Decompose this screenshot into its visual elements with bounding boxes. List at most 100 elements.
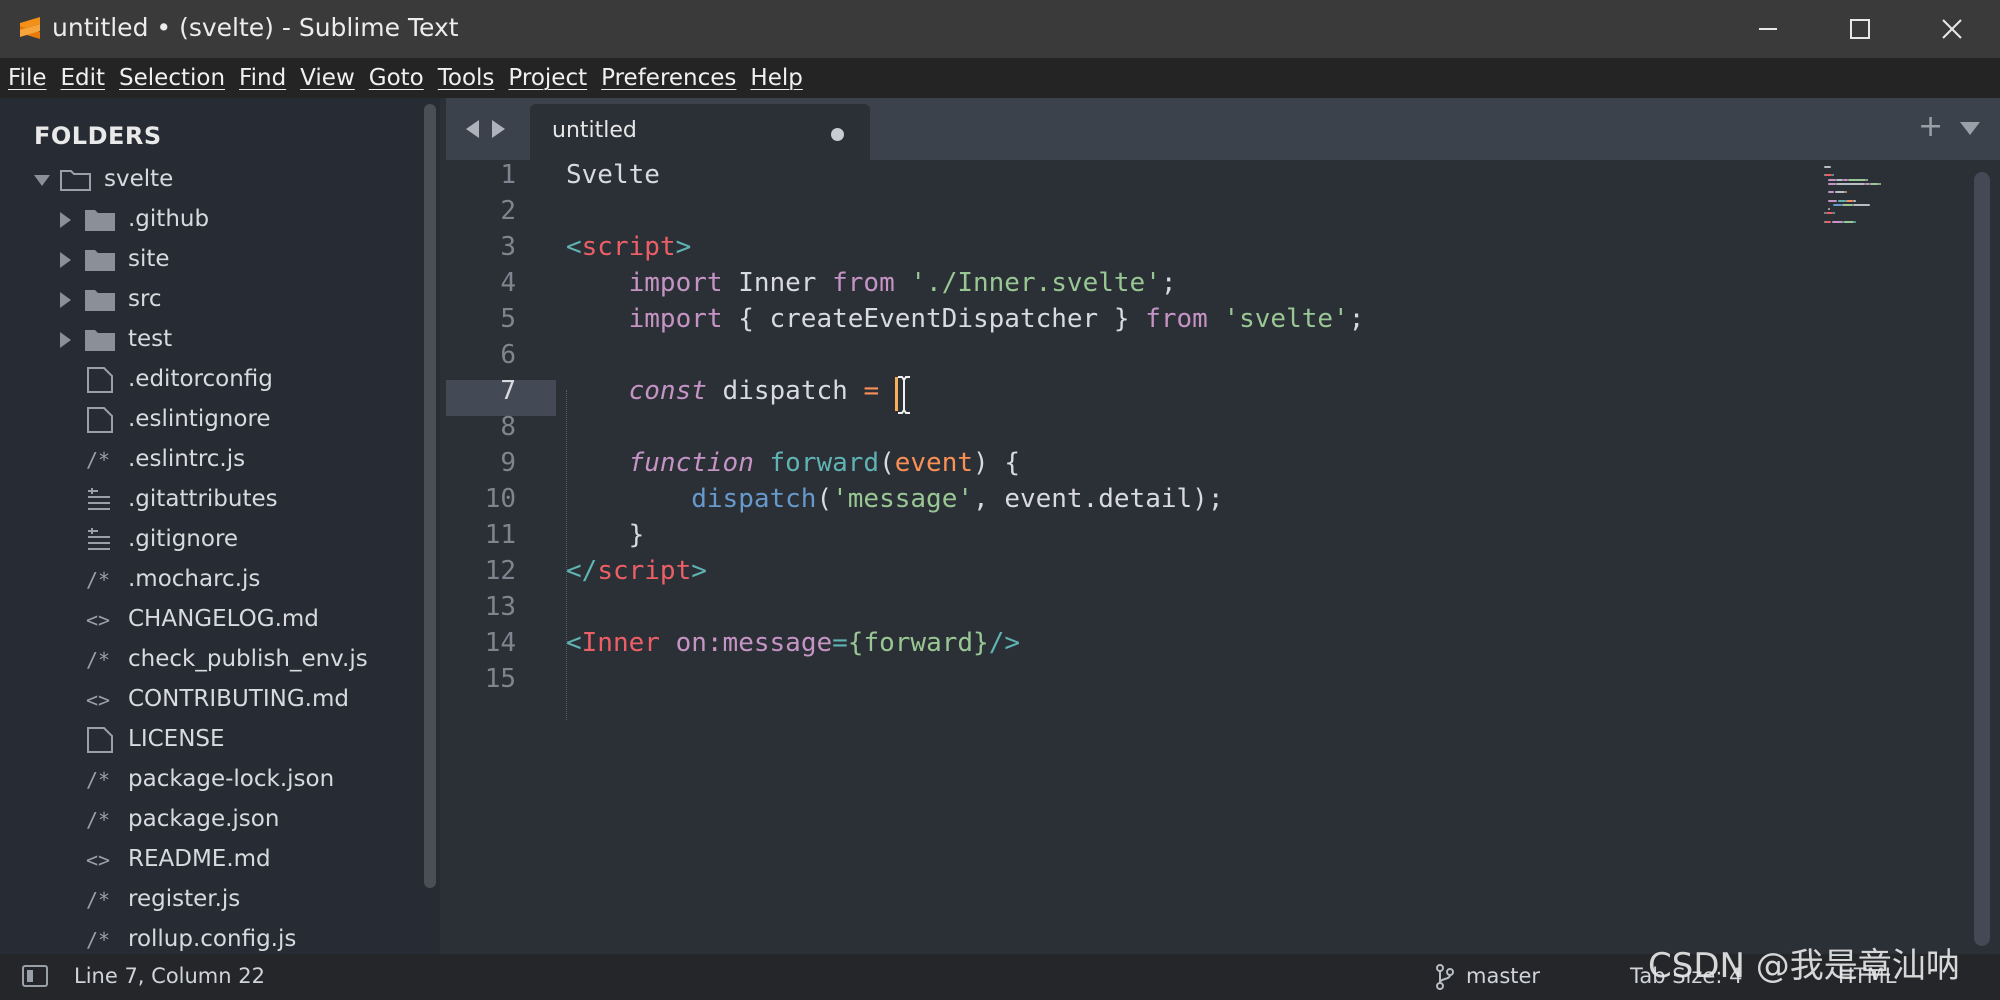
line-number: 9 — [500, 448, 516, 478]
code-token: = — [832, 628, 848, 658]
sidebar-toggle-icon[interactable] — [22, 965, 48, 987]
editor-area[interactable]: 1 2 3 4 5 6 7 8 9 10 11 12 13 14 15 Svelte <script> imp… — [446, 160, 2000, 954]
tree-file[interactable]: <> README.md — [0, 840, 420, 880]
folder-icon — [85, 290, 115, 311]
minimap-line — [1853, 220, 1856, 223]
tree-item-label: .github — [128, 206, 210, 232]
tree-file[interactable]: /* package-lock.json — [0, 760, 420, 800]
maximize-button[interactable] — [1814, 0, 1906, 58]
sublime-logo-icon — [20, 17, 40, 39]
minimap-line — [1828, 208, 1831, 210]
tab-list-dropdown-icon[interactable] — [1960, 122, 1980, 135]
tree-item-label: site — [128, 246, 170, 272]
tab-nav-right-icon[interactable] — [492, 120, 505, 138]
line-number: 13 — [484, 592, 516, 622]
tree-file[interactable]: /* rollup.config.js — [0, 920, 420, 954]
tree-file[interactable]: .gitignore — [0, 520, 420, 560]
git-branch-label[interactable]: master — [1466, 964, 1540, 988]
menu-help[interactable]: Help — [750, 65, 802, 91]
code-token: 'message' — [832, 484, 974, 514]
tree-file[interactable]: /* .eslintrc.js — [0, 440, 420, 480]
code-token: Inner — [581, 628, 660, 658]
menu-view[interactable]: View — [300, 65, 355, 91]
line-number-gutter: 1 2 3 4 5 6 7 8 9 10 11 12 13 14 15 — [446, 160, 556, 954]
menu-project[interactable]: Project — [508, 65, 587, 91]
editor-scrollbar[interactable] — [1974, 172, 1990, 946]
code-token: ) { — [973, 448, 1020, 478]
folder-tree: svelte .github site src test .editorconfig .e… — [0, 160, 420, 954]
code-line[interactable]: <script> — [566, 232, 691, 268]
markup-file-icon: <> — [86, 688, 111, 712]
menu-selection[interactable]: Selection — [119, 65, 225, 91]
unsaved-dot-icon[interactable] — [831, 128, 844, 141]
menu-tools[interactable]: Tools — [438, 65, 495, 91]
chevron-right-icon[interactable] — [60, 292, 71, 308]
git-branch-icon — [1436, 964, 1454, 990]
chevron-right-icon[interactable] — [60, 332, 71, 348]
minimize-icon — [1759, 28, 1777, 30]
minimize-button[interactable] — [1722, 0, 1814, 58]
tab-nav-left-icon[interactable] — [466, 120, 479, 138]
menu-find[interactable]: Find — [239, 65, 286, 91]
tree-file[interactable]: /* check_publish_env.js — [0, 640, 420, 680]
minimap-line — [1848, 178, 1866, 181]
minimap-line — [1824, 166, 1831, 168]
folder-icon — [85, 250, 115, 271]
tab-bar: untitled + — [446, 98, 2000, 160]
sidebar-scrollbar[interactable] — [424, 104, 436, 888]
tree-file[interactable]: /* package.json — [0, 800, 420, 840]
minimap-line — [1879, 182, 1881, 185]
tree-file[interactable]: <> CHANGELOG.md — [0, 600, 420, 640]
tree-root-svelte[interactable]: svelte — [0, 160, 420, 200]
line-number: 6 — [500, 340, 516, 370]
code-line[interactable]: <Inner on:message={forward}/> — [566, 628, 1020, 664]
tree-folder[interactable]: .github — [0, 200, 420, 240]
code-line[interactable]: function forward(event) { — [566, 448, 1020, 484]
menu-edit[interactable]: Edit — [61, 65, 106, 91]
tree-file[interactable]: .editorconfig — [0, 360, 420, 400]
code-token: {forward} — [847, 628, 989, 658]
menu-file[interactable]: File — [8, 65, 47, 91]
tree-file[interactable]: /* .mocharc.js — [0, 560, 420, 600]
chevron-down-icon[interactable] — [34, 175, 50, 186]
tab-untitled[interactable]: untitled — [530, 104, 870, 160]
ibeam-cursor-icon — [897, 376, 910, 414]
minimap-line — [1828, 199, 1838, 202]
menu-preferences[interactable]: Preferences — [601, 65, 736, 91]
tree-file[interactable]: .gitattributes — [0, 480, 420, 520]
folder-icon — [85, 210, 115, 231]
minimap-line — [1870, 182, 1879, 185]
code-line[interactable]: </script> — [566, 556, 707, 592]
code-line[interactable]: import { createEventDispatcher } from 's… — [566, 304, 1365, 340]
code-line[interactable]: dispatch('message', event.detail); — [566, 484, 1223, 520]
minimap-line — [1825, 220, 1831, 223]
code-line[interactable]: import Inner from './Inner.svelte'; — [566, 268, 1177, 304]
tree-file[interactable]: /* register.js — [0, 880, 420, 920]
minimap-line — [1831, 174, 1834, 177]
tree-folder[interactable]: site — [0, 240, 420, 280]
close-button[interactable] — [1906, 0, 1998, 58]
script-file-icon: /* — [86, 888, 111, 912]
cursor-position[interactable]: Line 7, Column 22 — [74, 964, 265, 988]
tree-file[interactable]: .eslintignore — [0, 400, 420, 440]
chevron-right-icon[interactable] — [60, 212, 71, 228]
code-token: Inner — [738, 268, 833, 298]
chevron-right-icon[interactable] — [60, 252, 71, 268]
code-line[interactable]: const dispatch = — [566, 376, 895, 412]
tree-file[interactable]: LICENSE — [0, 720, 420, 760]
sublime-window: untitled • (svelte) - Sublime Text File … — [0, 0, 2000, 1000]
tree-folder[interactable]: src — [0, 280, 420, 320]
code-line[interactable]: } — [566, 520, 645, 556]
tree-item-label: .editorconfig — [128, 366, 273, 392]
tree-file[interactable]: <> CONTRIBUTING.md — [0, 680, 420, 720]
tree-folder[interactable]: test — [0, 320, 420, 360]
folder-open-icon — [60, 170, 91, 191]
code-token: import — [566, 304, 739, 334]
tree-item-label: .eslintrc.js — [128, 446, 246, 472]
code-line[interactable]: Svelte — [566, 160, 660, 196]
menu-goto[interactable]: Goto — [369, 65, 424, 91]
new-tab-plus-icon[interactable]: + — [1918, 112, 1943, 142]
minimap[interactable] — [1824, 166, 1944, 236]
